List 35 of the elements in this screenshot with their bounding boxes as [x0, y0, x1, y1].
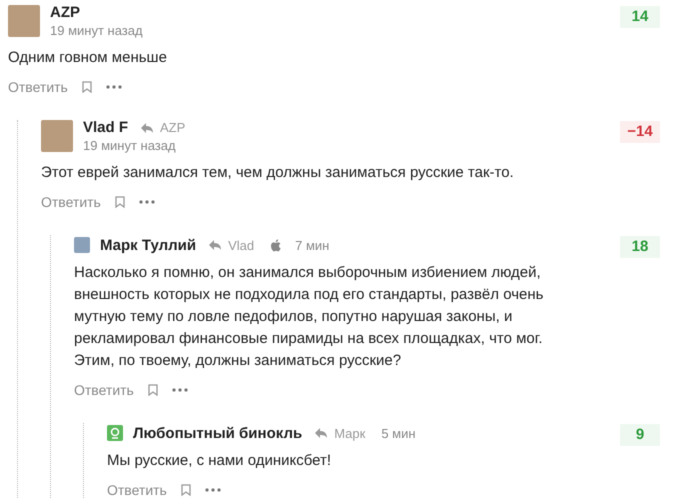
bookmark-icon[interactable] [148, 384, 158, 396]
comment-text: Мы русские, с нами одиниксбет! [107, 451, 332, 471]
timestamp: 7 мин [295, 238, 330, 252]
reply-arrow-icon [314, 427, 328, 439]
timestamp: 19 минут назад [50, 23, 144, 38]
rating-score: 9 [620, 424, 660, 446]
reply-button[interactable]: Ответить [74, 382, 134, 398]
rating-score: −14 [620, 121, 660, 143]
more-icon[interactable] [106, 85, 122, 89]
rating-score: 14 [620, 6, 660, 28]
comment-text: Насколько я помню, он занимался выборочным избиением людей, внешность которых не подходила под его стандарты, развёл очень мутную тему по ловле педофилов, попутно нарушая законы, и рекламировал финансовые пирамиды на всех площадках, что мог. Этим, по твоему, должны заниматься русские? [74, 263, 544, 371]
reply-to-link[interactable]: Марк [334, 426, 366, 440]
reply-arrow-icon [208, 239, 222, 251]
bookmark-icon[interactable] [114, 196, 125, 208]
author-name[interactable]: Vlad F [83, 119, 128, 136]
reply-button[interactable]: Ответить [41, 194, 101, 210]
more-icon[interactable] [172, 388, 188, 392]
bookmark-icon[interactable] [180, 484, 191, 496]
reply-to-link[interactable]: AZP [160, 120, 186, 135]
more-icon[interactable] [204, 488, 221, 492]
timestamp: 5 мин [381, 426, 416, 440]
apple-icon [270, 238, 282, 252]
comment-text: Одним говном меньше [8, 48, 168, 68]
bookmark-icon[interactable] [82, 81, 92, 93]
author-name[interactable]: AZP [50, 4, 80, 21]
rating-score: 18 [620, 236, 660, 258]
reply-button[interactable]: Ответить [107, 482, 167, 498]
more-icon[interactable] [138, 200, 155, 204]
reply-arrow-icon [140, 122, 154, 134]
comment-text: Этот еврей занимался тем, чем должны заниматься русские так-то. [41, 163, 515, 183]
reply-to-link[interactable]: Vlad [228, 238, 254, 252]
author-name[interactable]: Марк Туллий [100, 236, 196, 254]
reply-button[interactable]: Ответить [8, 79, 68, 95]
timestamp: 19 минут назад [83, 138, 177, 153]
author-name[interactable]: Любопытный бинокль [133, 424, 302, 442]
